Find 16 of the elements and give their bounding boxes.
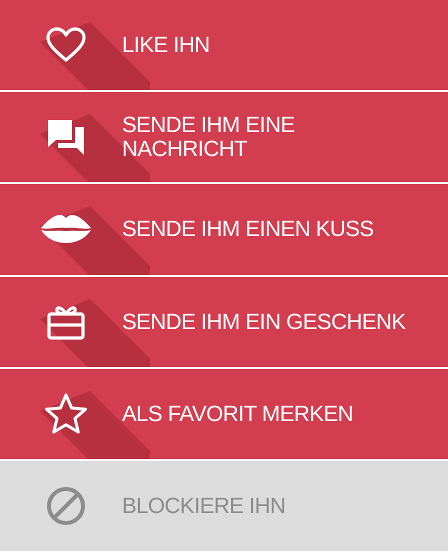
lips-icon — [40, 214, 92, 244]
menu-label: SENDE IHM EIN GESCHENK — [122, 310, 406, 334]
menu-item[interactable]: SENDE IHM EINEN KUSS — [0, 184, 448, 275]
menu-item[interactable]: LIKE IHN — [0, 0, 448, 90]
star-icon — [44, 392, 88, 435]
heart-icon — [46, 27, 86, 64]
menu-label: BLOCKIERE IHN — [122, 494, 286, 518]
menu-item[interactable]: ALS FAVORIT MERKEN — [0, 368, 448, 459]
menu-label: SENDE IHM EINEN KUSS — [122, 217, 374, 242]
prohibited-icon — [46, 486, 86, 526]
menu-label: SENDE IHM EINE NACHRICHT — [122, 113, 296, 162]
menu-item[interactable]: SENDE IHM EIN GESCHENK — [0, 276, 448, 367]
chat-bubbles-icon — [46, 118, 86, 156]
menu-item[interactable]: SENDE IHM EINE NACHRICHT — [0, 92, 448, 182]
menu-label: ALS FAVORIT MERKEN — [122, 402, 354, 426]
menu-label: LIKE IHN — [122, 33, 210, 58]
